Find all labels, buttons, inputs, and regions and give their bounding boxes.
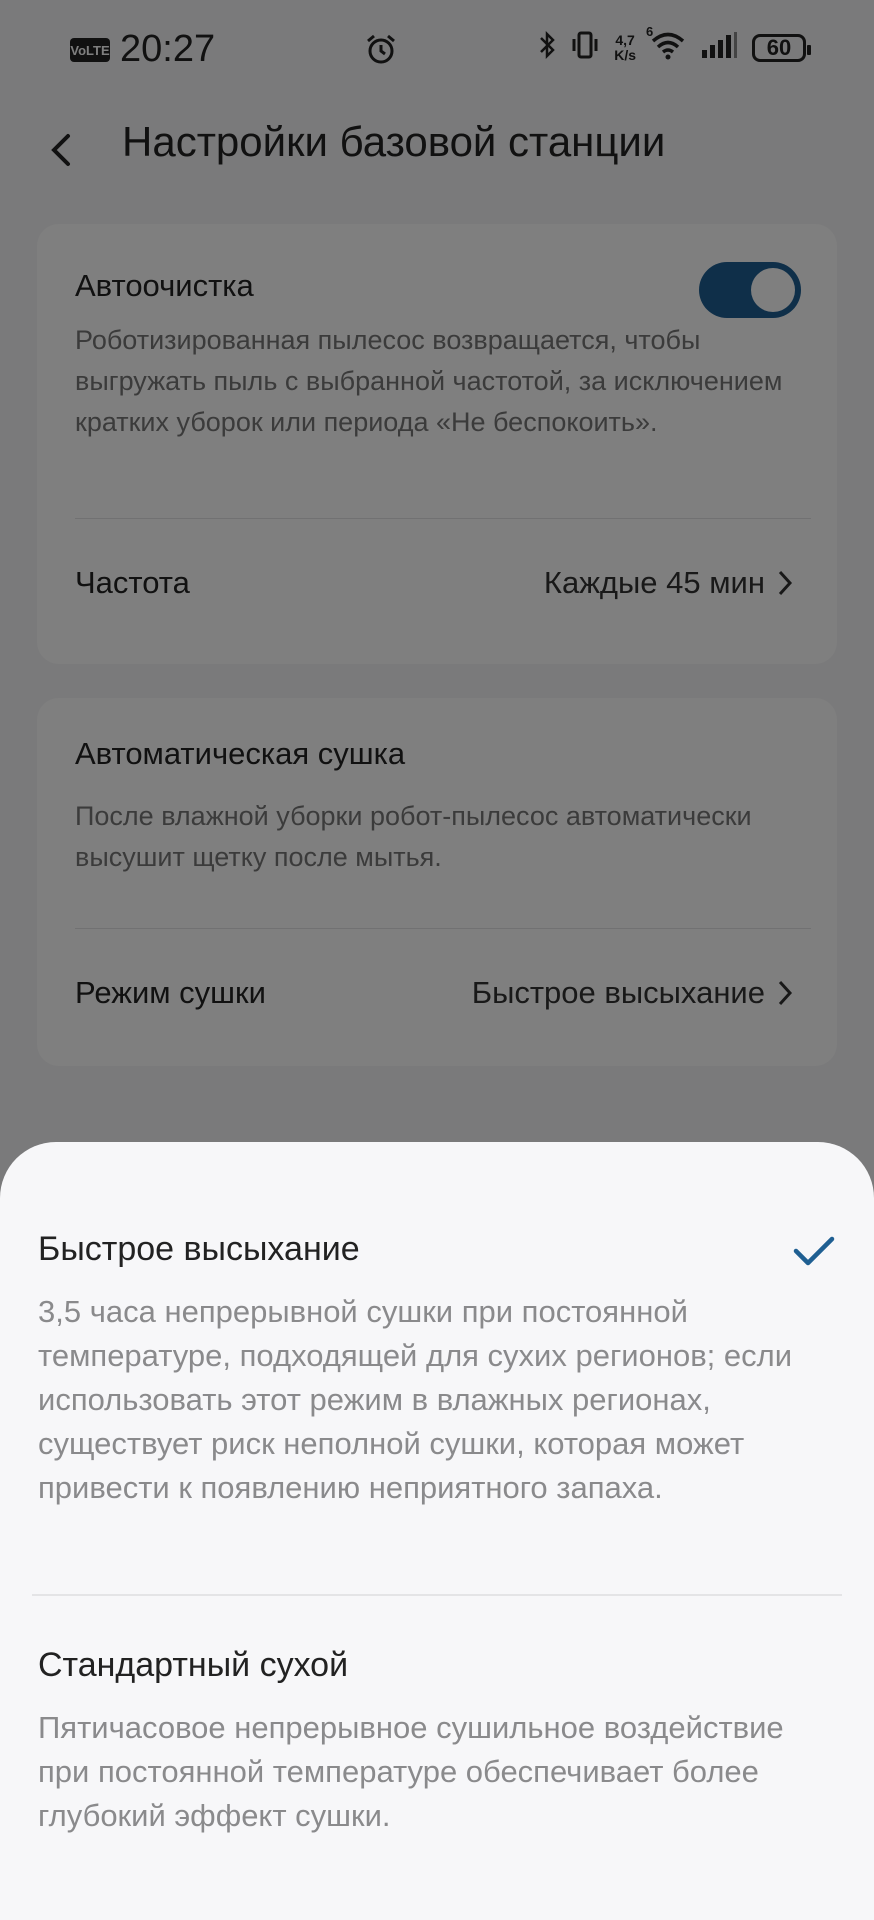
option-quick-dry[interactable]: Быстрое высыхание 3,5 часа непрерывной с…: [0, 1142, 874, 1594]
dry-mode-sheet: Быстрое высыхание 3,5 часа непрерывной с…: [0, 1142, 874, 1920]
option-standard-dry[interactable]: Стандартный сухой Пятичасовое непрерывно…: [0, 1596, 874, 1920]
check-icon: [793, 1236, 835, 1266]
option-description: 3,5 часа непрерывной сушки при постоянно…: [38, 1294, 793, 1505]
option-title: Быстрое высыхание: [38, 1230, 360, 1268]
option-title: Стандартный сухой: [38, 1646, 349, 1684]
option-description: Пятичасовое непрерывное сушильное воздей…: [38, 1710, 784, 1833]
